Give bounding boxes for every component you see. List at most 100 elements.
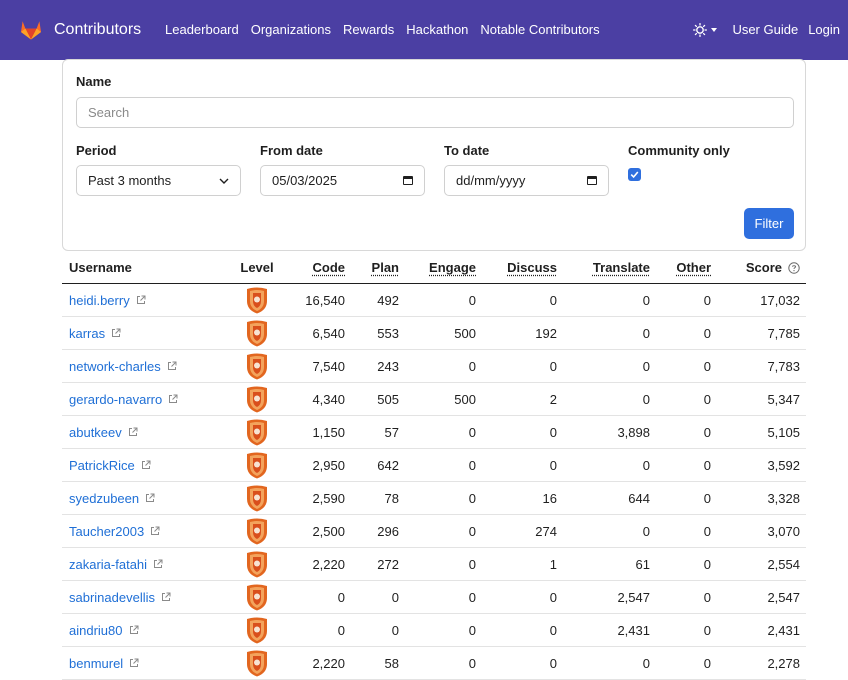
discuss-cell: 0 (482, 350, 557, 382)
nav-hackathon[interactable]: Hackathon (406, 21, 468, 39)
from-date-label: From date (260, 143, 323, 159)
external-link-icon[interactable] (136, 295, 146, 305)
nav-organizations[interactable]: Organizations (251, 21, 331, 39)
translate-cell: 0 (567, 647, 650, 679)
to-date-input[interactable]: dd/mm/yyyy (444, 165, 609, 196)
filter-button[interactable]: Filter (744, 208, 794, 239)
score-cell: 2,554 (722, 548, 800, 580)
leaderboard-table: Username Level Code Plan Engage Discuss … (62, 252, 806, 680)
header-other[interactable]: Other (662, 252, 711, 283)
table-row: zakaria-fatahi 2,220 272 0 1 61 0 2,554 (62, 548, 806, 581)
username-link[interactable]: zakaria-fatahi (69, 557, 147, 572)
discuss-cell: 0 (482, 581, 557, 613)
username-link[interactable]: abutkeev (69, 425, 122, 440)
header-score[interactable]: Score (722, 252, 800, 283)
code-cell: 1,150 (282, 416, 345, 448)
level-cell (237, 284, 277, 316)
username-link[interactable]: sabrinadevellis (69, 590, 155, 605)
engage-cell: 0 (407, 416, 476, 448)
score-cell: 7,785 (722, 317, 800, 349)
code-cell: 2,950 (282, 449, 345, 481)
username-link[interactable]: benmurel (69, 656, 123, 671)
external-link-icon[interactable] (161, 592, 171, 602)
username-link[interactable]: gerardo-navarro (69, 392, 162, 407)
other-cell: 0 (662, 548, 711, 580)
other-cell: 0 (662, 515, 711, 547)
other-cell: 0 (662, 350, 711, 382)
external-link-icon[interactable] (129, 625, 139, 635)
table-header-row: Username Level Code Plan Engage Discuss … (62, 252, 806, 284)
brand-title[interactable]: Contributors (54, 20, 141, 40)
external-link-icon[interactable] (145, 493, 155, 503)
other-cell: 0 (662, 647, 711, 679)
username-link[interactable]: syedzubeen (69, 491, 139, 506)
community-only-checkbox[interactable] (628, 168, 641, 181)
nav-login[interactable]: Login (808, 21, 840, 39)
engage-cell: 0 (407, 350, 476, 382)
translate-cell: 2,431 (567, 614, 650, 646)
theme-toggle[interactable] (693, 23, 717, 37)
external-link-icon[interactable] (128, 427, 138, 437)
header-discuss[interactable]: Discuss (482, 252, 557, 283)
header-plan[interactable]: Plan (350, 252, 399, 283)
external-link-icon[interactable] (111, 328, 121, 338)
external-link-icon[interactable] (168, 394, 178, 404)
period-select[interactable]: Past 3 months (76, 165, 241, 196)
external-link-icon[interactable] (129, 658, 139, 668)
other-cell: 0 (662, 284, 711, 316)
chevron-down-icon (219, 178, 229, 184)
plan-cell: 553 (350, 317, 399, 349)
nav-user-guide[interactable]: User Guide (732, 21, 798, 39)
score-cell: 3,592 (722, 449, 800, 481)
filter-card: Name Period Past 3 months From date 05/0… (62, 59, 806, 251)
username-cell: benmurel (69, 647, 139, 679)
level-badge-icon (246, 451, 268, 479)
header-code[interactable]: Code (282, 252, 345, 283)
search-input[interactable] (76, 97, 794, 128)
table-row: karras 6,540 553 500 192 0 0 7,785 (62, 317, 806, 350)
question-circle-icon[interactable] (788, 262, 800, 274)
score-cell: 2,547 (722, 581, 800, 613)
external-link-icon[interactable] (153, 559, 163, 569)
other-cell: 0 (662, 482, 711, 514)
username-link[interactable]: karras (69, 326, 105, 341)
level-cell (237, 515, 277, 547)
header-level[interactable]: Level (237, 252, 277, 283)
external-link-icon[interactable] (167, 361, 177, 371)
external-link-icon[interactable] (150, 526, 160, 536)
gitlab-logo-icon[interactable] (20, 20, 42, 40)
table-row: sabrinadevellis 0 0 0 0 2,547 0 2,547 (62, 581, 806, 614)
plan-cell: 642 (350, 449, 399, 481)
discuss-cell: 2 (482, 383, 557, 415)
table-row: gerardo-navarro 4,340 505 500 2 0 0 5,347 (62, 383, 806, 416)
level-cell (237, 383, 277, 415)
discuss-cell: 192 (482, 317, 557, 349)
calendar-icon[interactable] (587, 176, 597, 185)
translate-cell: 2,547 (567, 581, 650, 613)
username-link[interactable]: network-charles (69, 359, 161, 374)
username-link[interactable]: heidi.berry (69, 293, 130, 308)
period-value: Past 3 months (88, 173, 219, 188)
username-link[interactable]: Taucher2003 (69, 524, 144, 539)
nav-rewards[interactable]: Rewards (343, 21, 394, 39)
username-link[interactable]: PatrickRice (69, 458, 135, 473)
translate-cell: 0 (567, 515, 650, 547)
checkmark-icon (630, 170, 639, 179)
external-link-icon[interactable] (141, 460, 151, 470)
from-date-input[interactable]: 05/03/2025 (260, 165, 425, 196)
username-cell: network-charles (69, 350, 177, 382)
nav-leaderboard[interactable]: Leaderboard (165, 21, 239, 39)
header-translate[interactable]: Translate (567, 252, 650, 283)
calendar-icon[interactable] (403, 176, 413, 185)
discuss-cell: 0 (482, 284, 557, 316)
username-cell: gerardo-navarro (69, 383, 178, 415)
table-row: PatrickRice 2,950 642 0 0 0 0 3,592 (62, 449, 806, 482)
level-badge-icon (246, 319, 268, 347)
nav-notable-contributors[interactable]: Notable Contributors (480, 21, 599, 39)
header-username[interactable]: Username (69, 252, 132, 283)
header-engage[interactable]: Engage (407, 252, 476, 283)
engage-cell: 0 (407, 449, 476, 481)
username-link[interactable]: aindriu80 (69, 623, 123, 638)
plan-cell: 272 (350, 548, 399, 580)
discuss-cell: 0 (482, 614, 557, 646)
